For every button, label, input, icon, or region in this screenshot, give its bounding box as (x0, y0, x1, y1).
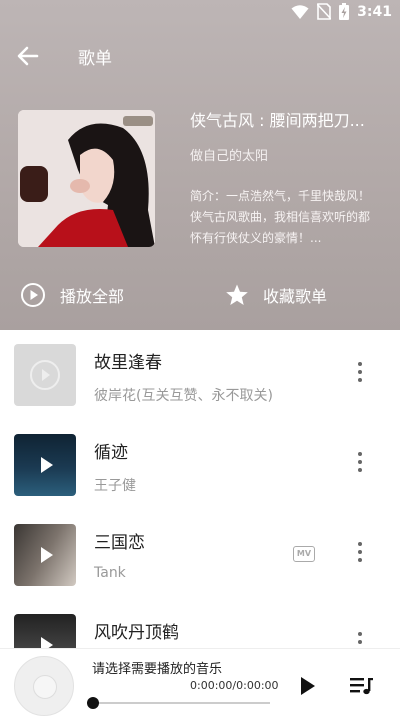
wifi-icon (291, 4, 309, 19)
song-list: 故里逢春 彼岸花(互关互赞、永不取关) 循迹 王子健 三国恋 Tank MV 风… (0, 330, 400, 648)
more-options-button[interactable] (350, 362, 370, 388)
playlist-author[interactable]: 做自己的太阳 (190, 145, 268, 164)
song-thumbnail (14, 434, 76, 496)
play-icon (41, 547, 53, 563)
song-title: 风吹丹顶鹤 (94, 623, 179, 643)
page-title: 歌单 (78, 49, 112, 69)
playlist-queue-button[interactable] (350, 676, 374, 696)
playback-time: 0:00:00/0:00:00 (190, 679, 279, 692)
playlist-icon (350, 678, 373, 695)
song-thumbnail (14, 614, 76, 648)
play-icon (41, 457, 53, 473)
song-thumbnail (14, 344, 76, 406)
song-row[interactable]: 风吹丹顶鹤 (0, 600, 400, 648)
song-artist: 彼岸花(互关互赞、永不取关) (94, 388, 273, 404)
progress-knob[interactable] (87, 697, 99, 709)
now-playing-prompt: 请选择需要播放的音乐 (92, 662, 223, 677)
album-disc-icon[interactable] (14, 656, 74, 716)
song-title: 故里逢春 (94, 353, 162, 373)
status-time: 3:41 (357, 3, 392, 20)
playlist-description[interactable]: 简介：一点浩然气，千里快哉风！侠气古风歌曲，我相信喜欢听的都怀有行侠仗义的豪情！… (190, 186, 380, 249)
more-options-button[interactable] (350, 632, 370, 648)
back-button[interactable] (16, 44, 40, 68)
playlist-title: 侠气古风 : 腰间两把刀... (190, 111, 365, 130)
playlist-cover-image (18, 110, 155, 247)
play-circle-icon (30, 360, 60, 390)
song-row[interactable]: 三国恋 Tank MV (0, 510, 400, 600)
mv-badge[interactable]: MV (293, 546, 315, 562)
play-circle-icon (21, 283, 45, 307)
play-all-label: 播放全部 (60, 287, 125, 306)
song-title: 循迹 (94, 443, 128, 463)
song-title: 三国恋 (94, 533, 145, 553)
song-row[interactable]: 循迹 王子健 (0, 420, 400, 510)
arrow-left-icon (17, 46, 39, 66)
more-options-button[interactable] (350, 452, 370, 478)
more-options-button[interactable] (350, 542, 370, 568)
song-thumbnail (14, 524, 76, 586)
no-sim-icon (317, 3, 332, 20)
play-icon (301, 677, 315, 695)
favorite-playlist-button[interactable]: 收藏歌单 (225, 282, 327, 308)
mini-player: 请选择需要播放的音乐 0:00:00/0:00:00 (0, 648, 400, 720)
favorite-label: 收藏歌单 (263, 287, 328, 306)
play-icon (41, 637, 53, 648)
status-bar: 3:41 (0, 0, 400, 26)
playlist-header: 3:41 歌单 侠气古风 : 腰间两把刀... 做自己的太阳 简介：一点浩然气，… (0, 0, 400, 330)
song-artist: Tank (94, 565, 126, 581)
top-bar: 歌单 (0, 40, 400, 72)
song-artist: 王子健 (94, 478, 136, 494)
play-button[interactable] (300, 676, 316, 696)
song-row[interactable]: 故里逢春 彼岸花(互关互赞、永不取关) (0, 330, 400, 420)
play-all-button[interactable]: 播放全部 (20, 282, 124, 308)
progress-bar[interactable] (87, 697, 270, 709)
star-icon (226, 284, 248, 305)
battery-charging-icon (339, 3, 350, 20)
